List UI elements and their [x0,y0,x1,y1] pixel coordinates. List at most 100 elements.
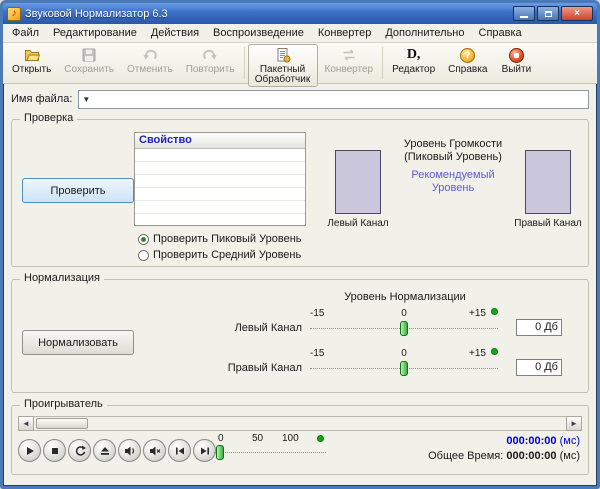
undo-icon [142,47,158,63]
volume-level-panel: Левый Канал Уровень Громкости (Пиковый У… [322,130,584,260]
filename-label: Имя файла: [11,93,73,105]
undo-button[interactable]: Отменить [121,44,179,77]
right-channel-meter [525,150,571,214]
volume-button[interactable] [118,439,141,462]
filename-combobox[interactable]: ▼ [78,89,589,109]
seek-scrollbar[interactable]: ◄ ► [18,416,582,431]
total-time-label: Общее Время: [428,450,504,462]
open-button-label: Открыть [12,64,52,75]
volume-slider-track[interactable] [214,445,326,460]
help-button[interactable]: ? Справка [442,44,493,77]
radio-check-average[interactable]: Проверить Средний Уровень [138,247,302,263]
property-table[interactable]: Свойство [134,132,306,227]
scale-mid-label: 0 [401,348,407,359]
caption-buttons: × [513,6,593,21]
left-channel-slider[interactable]: -15 0 +15 [310,308,498,337]
next-track-button[interactable] [193,439,216,462]
normalize-group-title: Нормализация [20,272,104,284]
table-row[interactable] [135,201,305,214]
table-row[interactable] [135,175,305,188]
stop-button[interactable] [43,439,66,462]
scrollbar-thumb[interactable] [36,418,88,429]
batch-processor-icon [275,47,291,63]
toolbar-separator [243,47,245,79]
radio-check-peak[interactable]: Проверить Пиковый Уровень [138,231,302,247]
batch-processor-button[interactable]: Пакетный Обработчик [247,44,318,87]
table-row[interactable] [135,149,305,162]
volume-icon [124,446,134,455]
menu-help[interactable]: Справка [472,25,529,41]
check-button[interactable]: Проверить [22,178,134,203]
volume-slider[interactable]: 0 50 100 [214,433,326,460]
total-time-unit: (мс) [559,450,580,462]
play-button[interactable] [18,439,41,462]
minimize-button[interactable] [513,6,535,21]
eject-button[interactable] [93,439,116,462]
radio-check-average-label: Проверить Средний Уровень [153,249,302,261]
window-title: Звуковой Нормализатор 6.3 [25,7,168,20]
redo-button[interactable]: Повторить [180,44,241,77]
save-button[interactable]: Сохранить [58,44,120,77]
menu-file[interactable]: Файл [5,25,46,41]
toolbar-separator [382,47,384,79]
right-slider-thumb[interactable] [400,361,408,376]
left-level-value[interactable]: 0 Дб [516,319,562,336]
player-group: Проигрыватель ◄ ► 0 50 100 000:00:00 (мс… [11,398,589,475]
volume-level-text: Уровень Громкости (Пиковый Уровень) Реко… [394,138,512,260]
time-display: 000:00:00 (мс) Общее Время: 000:00:00 (м… [428,434,580,464]
scroll-left-arrow[interactable]: ◄ [18,416,34,431]
left-slider-thumb[interactable] [400,321,408,336]
right-channel-slider-label: Правый Канал [227,362,302,374]
normalize-button[interactable]: Нормализовать [22,330,134,355]
editor-button[interactable]: D, Редактор [386,44,441,77]
open-button[interactable]: Открыть [6,44,57,77]
menu-edit[interactable]: Редактирование [46,25,144,41]
menu-extra[interactable]: Дополнительно [378,25,471,41]
next-track-icon [200,447,209,454]
mute-icon [149,446,160,455]
right-slider-track[interactable] [310,361,498,377]
save-button-label: Сохранить [64,64,114,75]
property-table-header[interactable]: Свойство [135,133,305,149]
total-time-line: Общее Время: 000:00:00 (мс) [428,449,580,464]
recommended-level-link-line2[interactable]: Уровень [394,182,512,195]
converter-button[interactable]: Конвертер [319,44,380,77]
menu-converter[interactable]: Конвертер [311,25,378,41]
exit-icon [508,47,524,63]
repeat-button[interactable] [68,439,91,462]
check-group-title: Проверка [20,112,78,124]
current-time-unit: (мс) [559,435,580,447]
mute-button[interactable] [143,439,166,462]
right-channel-slider[interactable]: -15 0 +15 [310,348,498,377]
left-channel-meter [335,150,381,214]
menu-playback[interactable]: Воспроизведение [206,25,311,41]
dropdown-arrow-icon[interactable]: ▼ [82,95,90,104]
radio-selected-icon [138,233,149,245]
help-icon: ? [460,47,476,63]
scroll-right-arrow[interactable]: ► [566,416,582,431]
left-slider-track[interactable] [310,321,498,337]
radio-check-peak-label: Проверить Пиковый Уровень [153,233,302,245]
right-level-value[interactable]: 0 Дб [516,359,562,376]
scale-100-label: 100 [282,433,299,444]
close-button[interactable]: × [561,6,593,21]
total-time-value: 000:00:00 [506,450,557,462]
previous-track-button[interactable] [168,439,191,462]
undo-button-label: Отменить [126,64,173,75]
left-slider-scale: -15 0 +15 [310,308,498,321]
left-channel-slider-row: Левый Канал -15 0 +15 0 Дб [222,308,562,344]
minimize-icon [520,15,528,18]
titlebar[interactable]: ♪ Звуковой Нормализатор 6.3 × [3,3,597,24]
play-icon [26,446,34,455]
check-group: Проверка Проверить Свойство Проверить Пи… [11,112,589,267]
filename-row: Имя файла: ▼ [11,89,589,109]
scrollbar-track[interactable] [34,416,566,431]
maximize-button[interactable] [537,6,559,21]
exit-button[interactable]: Выйти [494,44,538,77]
menu-actions[interactable]: Действия [144,25,206,41]
table-row[interactable] [135,162,305,175]
volume-slider-thumb[interactable] [216,445,224,460]
recommended-level-link[interactable]: Рекомендуемый [394,169,512,182]
table-row[interactable] [135,188,305,201]
table-row[interactable] [135,214,305,227]
